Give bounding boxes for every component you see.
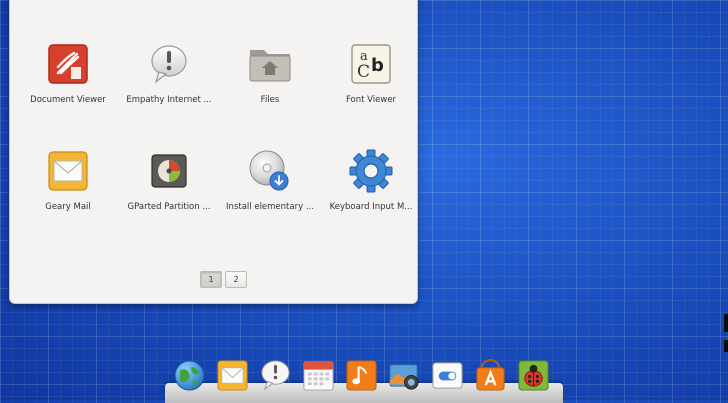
edge-artifact	[724, 314, 728, 332]
dock-item-chat[interactable]	[258, 358, 293, 393]
dock-item-mail[interactable]	[215, 358, 250, 393]
empathy-icon	[146, 41, 192, 87]
app-font-viewer[interactable]: a C b Font Viewer	[321, 41, 421, 148]
dock-item-settings[interactable]	[430, 358, 465, 393]
dock-item-bug[interactable]	[516, 358, 551, 393]
app-geary-mail[interactable]: Geary Mail	[18, 148, 118, 255]
calendar-icon	[303, 361, 334, 391]
app-label: Files	[260, 95, 280, 105]
svg-text:b: b	[371, 55, 384, 76]
app-center-icon	[476, 359, 505, 391]
edge-artifact	[724, 340, 728, 352]
app-label: Empathy Internet ...	[126, 95, 212, 105]
dock-item-app-center[interactable]	[473, 358, 508, 393]
gparted-icon	[146, 148, 192, 194]
page-1-button[interactable]: 1	[200, 271, 222, 288]
page-switcher: 1 2	[200, 271, 247, 288]
app-install-elementary[interactable]: Install elementary ...	[220, 148, 320, 255]
dock	[172, 358, 551, 393]
photos-icon	[389, 364, 419, 390]
settings-toggle-icon	[432, 362, 463, 389]
app-label: Document Viewer	[30, 95, 106, 105]
document-viewer-icon	[45, 41, 91, 87]
app-launcher: Document Viewer Empathy Internet ... Fil…	[9, 0, 418, 304]
font-viewer-icon: a C b	[348, 41, 394, 87]
browser-globe-icon	[174, 360, 205, 391]
app-label: GParted Partition ...	[127, 202, 211, 212]
bug-icon	[518, 360, 549, 391]
app-empathy[interactable]: Empathy Internet ...	[119, 41, 219, 148]
page-2-button[interactable]: 2	[225, 271, 247, 288]
app-label: Font Viewer	[345, 95, 397, 105]
app-document-viewer[interactable]: Document Viewer	[18, 41, 118, 148]
dock-item-photos[interactable]	[387, 358, 422, 393]
files-folder-icon	[247, 41, 293, 87]
app-keyboard-input[interactable]: Keyboard Input M...	[321, 148, 421, 255]
mail-icon	[217, 360, 248, 391]
music-icon	[346, 360, 377, 391]
dock-item-calendar[interactable]	[301, 358, 336, 393]
geary-mail-icon	[45, 148, 91, 194]
dock-item-browser[interactable]	[172, 358, 207, 393]
app-label: Install elementary ...	[226, 202, 314, 212]
dock-item-music[interactable]	[344, 358, 379, 393]
app-grid: Document Viewer Empathy Internet ... Fil…	[10, 41, 425, 255]
svg-text:C: C	[357, 62, 370, 82]
app-label: Keyboard Input M...	[329, 202, 413, 212]
install-disc-icon	[247, 148, 293, 194]
chat-bubble-icon	[261, 360, 290, 391]
keyboard-input-gear-icon	[348, 148, 394, 194]
app-label: Geary Mail	[45, 202, 91, 212]
app-files[interactable]: Files	[220, 41, 320, 148]
app-gparted[interactable]: GParted Partition ...	[119, 148, 219, 255]
